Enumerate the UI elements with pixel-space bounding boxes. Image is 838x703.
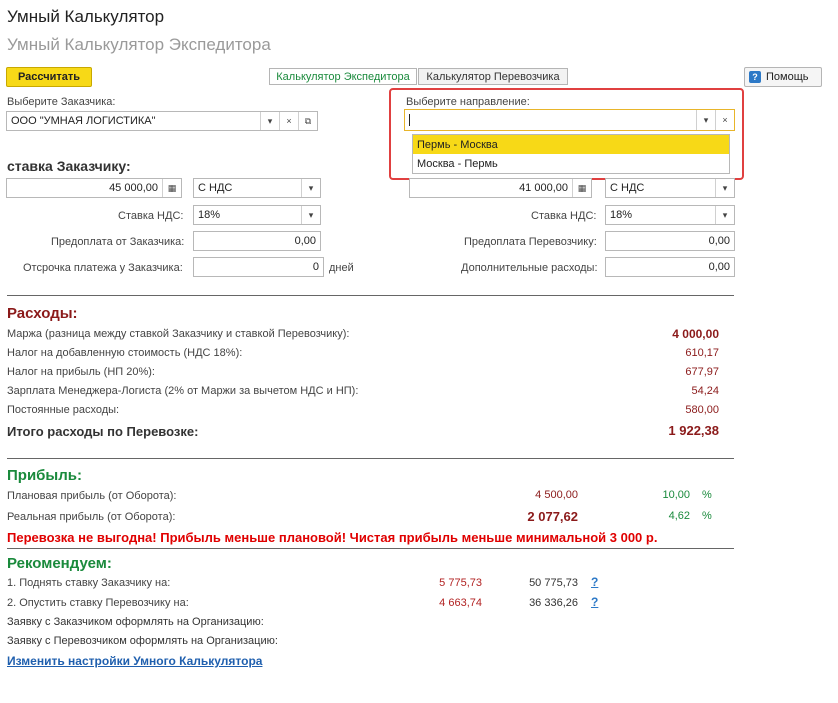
- expense-row-label: Налог на добавленную стоимость (НДС 18%)…: [7, 347, 243, 359]
- chevron-down-icon[interactable]: ▾: [301, 179, 320, 197]
- tab-forwarder-calculator[interactable]: Калькулятор Экспедитора: [269, 68, 417, 85]
- help-button[interactable]: ? Помощь: [744, 67, 822, 87]
- divider: [7, 458, 734, 459]
- expense-row-label: Постоянные расходы:: [7, 404, 120, 416]
- carrier-vat-mode-value: С НДС: [610, 182, 645, 194]
- recommend-row-target: 36 336,26: [529, 597, 578, 609]
- real-profit-value: 2 077,62: [527, 509, 578, 524]
- profit-title: Прибыль:: [7, 467, 82, 484]
- warning-message: Перевозка не выгодна! Прибыль меньше пла…: [7, 530, 658, 545]
- planned-profit-pct: 10,00: [662, 489, 690, 501]
- planned-profit-value: 4 500,00: [535, 489, 578, 501]
- customer-vat-label: Ставка НДС:: [118, 210, 184, 222]
- carrier-org-note: Заявку с Перевозчиком оформлять на Орган…: [7, 635, 278, 647]
- chevron-down-icon[interactable]: ▾: [715, 179, 734, 197]
- real-profit-label: Реальная прибыль (от Оборота):: [7, 511, 176, 523]
- chevron-down-icon[interactable]: ▾: [696, 110, 715, 130]
- extra-costs-label: Дополнительные расходы:: [461, 262, 598, 274]
- recommend-row-label: 2. Опустить ставку Перевозчику на:: [7, 597, 189, 609]
- help-icon: ?: [749, 71, 761, 83]
- customer-prepay-value: 0,00: [294, 235, 316, 247]
- customer-rate-input[interactable]: 45 000,00 ▦: [6, 178, 182, 198]
- direction-dropdown: Пермь - Москва Москва - Пермь: [412, 134, 730, 174]
- recommend-title: Рекомендуем:: [7, 555, 112, 572]
- dropdown-option[interactable]: Пермь - Москва: [413, 135, 729, 154]
- extra-costs-input[interactable]: 0,00: [605, 257, 735, 277]
- calculator-icon[interactable]: ▦: [572, 179, 591, 197]
- recommend-row-target: 50 775,73: [529, 577, 578, 589]
- expenses-total-value: 1 922,38: [668, 423, 719, 438]
- expense-row-label: Зарплата Менеджера-Логиста (2% от Маржи …: [7, 385, 359, 397]
- carrier-vat-select[interactable]: 18% ▾: [605, 205, 735, 225]
- direction-value: [409, 114, 414, 126]
- carrier-prepay-label: Предоплата Перевозчику:: [464, 236, 597, 248]
- settings-link[interactable]: Изменить настройки Умного Калькулятора: [7, 654, 262, 668]
- customer-prepay-input[interactable]: 0,00: [193, 231, 321, 251]
- customer-prepay-label: Предоплата от Заказчика:: [51, 236, 185, 248]
- real-pct-sign: %: [702, 510, 712, 522]
- carrier-prepay-input[interactable]: 0,00: [605, 231, 735, 251]
- help-link-icon[interactable]: ?: [591, 575, 598, 589]
- carrier-rate-value: 41 000,00: [519, 182, 568, 194]
- expenses-total-label: Итого расходы по Перевозке:: [7, 424, 199, 439]
- real-profit-pct: 4,62: [668, 510, 690, 522]
- planned-pct-sign: %: [702, 489, 712, 501]
- delay-unit: дней: [329, 262, 354, 274]
- chevron-down-icon[interactable]: ▾: [715, 206, 734, 224]
- chevron-down-icon[interactable]: ▾: [260, 112, 279, 130]
- expense-row-value: 610,17: [685, 347, 719, 359]
- divider: [7, 548, 734, 549]
- customer-vat-mode-select[interactable]: С НДС ▾: [193, 178, 321, 198]
- page-title: Умный Калькулятор: [7, 7, 165, 26]
- delay-label: Отсрочка платежа у Заказчика:: [23, 262, 183, 274]
- expense-row-label: Маржа (разница между ставкой Заказчику и…: [7, 328, 350, 340]
- expense-row-value: 54,24: [691, 385, 719, 397]
- tab-carrier-calculator[interactable]: Калькулятор Перевозчика: [418, 68, 568, 85]
- open-icon[interactable]: ⧉: [298, 112, 317, 130]
- chevron-down-icon[interactable]: ▾: [301, 206, 320, 224]
- carrier-vat-mode-select[interactable]: С НДС ▾: [605, 178, 735, 198]
- recommend-row-label: 1. Поднять ставку Заказчику на:: [7, 577, 171, 589]
- extra-costs-value: 0,00: [708, 261, 730, 273]
- help-label: Помощь: [766, 71, 809, 83]
- expense-row-label: Налог на прибыль (НП 20%):: [7, 366, 155, 378]
- dropdown-option[interactable]: Москва - Пермь: [413, 154, 729, 173]
- expense-row-value: 4 000,00: [672, 327, 719, 341]
- page-subtitle: Умный Калькулятор Экспедитора: [7, 35, 271, 54]
- customer-vat-mode-value: С НДС: [198, 182, 233, 194]
- customer-value: ООО "УМНАЯ ЛОГИСТИКА": [11, 115, 156, 127]
- direction-label: Выберите направление:: [406, 96, 530, 108]
- customer-rate-value: 45 000,00: [109, 182, 158, 194]
- expense-row-value: 677,97: [685, 366, 719, 378]
- expense-row-value: 580,00: [685, 404, 719, 416]
- carrier-rate-input[interactable]: 41 000,00 ▦: [409, 178, 592, 198]
- carrier-vat-label: Ставка НДС:: [531, 210, 597, 222]
- customer-org-note: Заявку с Заказчиком оформлять на Организ…: [7, 616, 264, 628]
- recommend-row-delta: 5 775,73: [439, 577, 482, 589]
- clear-icon[interactable]: ×: [715, 110, 734, 130]
- calculator-icon[interactable]: ▦: [162, 179, 181, 197]
- help-link-icon[interactable]: ?: [591, 595, 598, 609]
- direction-input[interactable]: ▾ ×: [404, 109, 735, 131]
- delay-input[interactable]: 0: [193, 257, 324, 277]
- customer-rate-title: ставка Заказчику:: [7, 158, 131, 174]
- customer-label: Выберите Заказчика:: [7, 96, 116, 108]
- clear-icon[interactable]: ×: [279, 112, 298, 130]
- divider: [7, 295, 734, 296]
- recommend-row-delta: 4 663,74: [439, 597, 482, 609]
- customer-vat-value: 18%: [198, 209, 221, 221]
- expenses-title: Расходы:: [7, 305, 78, 322]
- carrier-prepay-value: 0,00: [708, 235, 730, 247]
- customer-vat-select[interactable]: 18% ▾: [193, 205, 321, 225]
- planned-profit-label: Плановая прибыль (от Оборота):: [7, 490, 177, 502]
- delay-value: 0: [312, 261, 319, 273]
- carrier-vat-value: 18%: [610, 209, 633, 221]
- customer-field[interactable]: ООО "УМНАЯ ЛОГИСТИКА" ▾ × ⧉: [6, 111, 318, 131]
- calculate-button[interactable]: Рассчитать: [6, 67, 92, 87]
